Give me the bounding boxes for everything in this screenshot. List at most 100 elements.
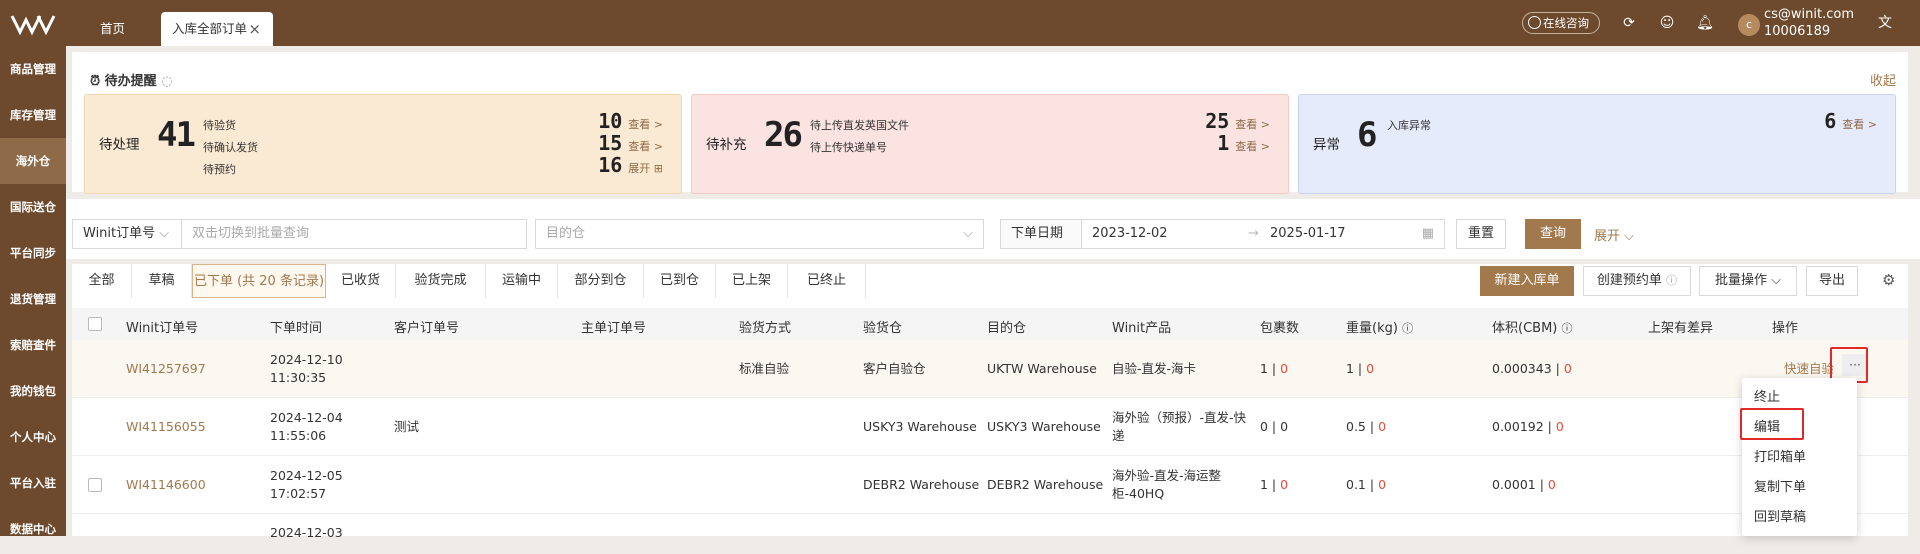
col-header: 上架有差异 [1648, 321, 1714, 336]
dest-warehouse-select[interactable]: 目的仓 ⌵ [535, 219, 984, 249]
menu-item-terminate[interactable]: 终止 [1754, 386, 1780, 405]
sidebar-item-intl-delivery[interactable]: 国际送仓 [0, 184, 66, 230]
winit-product: 海外验（预报）-直发-快递 [1112, 410, 1247, 443]
tab-partial-arrived[interactable]: 部分到仓 [558, 264, 644, 298]
sidebar-item-returns[interactable]: 退货管理 [0, 276, 66, 322]
expand-link[interactable]: 展开 ⊞ [628, 162, 663, 175]
view-link[interactable]: 查看 > [1235, 140, 1270, 153]
inspect-warehouse: DEBR2 Warehouse [863, 477, 980, 492]
sidebar-item-products[interactable]: 商品管理 [0, 46, 66, 92]
date: 2024-12-04 [270, 410, 343, 425]
bell-icon[interactable]: 🔔︎ [1696, 14, 1714, 32]
batch-operation-button[interactable]: 批量操作 ⌵ [1699, 266, 1797, 296]
menu-item-copy-order[interactable]: 复制下单 [1754, 476, 1806, 495]
card-item: 入库异常 [1387, 119, 1431, 132]
user-info[interactable]: cs@winit.com 10006189 [1764, 6, 1854, 40]
card-num: 10 [598, 109, 623, 133]
search-input[interactable]: 双击切换到批量查询 [181, 219, 527, 249]
reset-button[interactable]: 重置 [1456, 219, 1506, 249]
card-num: 1 [1217, 131, 1230, 155]
tab-in-transit[interactable]: 运输中 [486, 264, 558, 298]
view-link[interactable]: 查看 > [1235, 118, 1270, 131]
tab-terminated[interactable]: 已终止 [788, 264, 866, 298]
sidebar-item-platform-sync[interactable]: 平台同步 [0, 230, 66, 276]
row-checkbox[interactable] [88, 478, 102, 492]
col-header-text: 体积(CBM) [1492, 321, 1558, 336]
order-date: 2024-12-03 [270, 525, 343, 540]
tab-draft[interactable]: 草稿 [132, 264, 192, 298]
tab-label: 入库全部订单 [172, 21, 248, 36]
collapse-link[interactable]: 收起 [1870, 70, 1896, 89]
pkg-value: 0 [1260, 419, 1268, 434]
card-nums: 6 查看 > [1824, 110, 1877, 132]
order-number-link[interactable]: WI41156055 [126, 418, 206, 436]
wt-diff: 0 [1378, 477, 1387, 492]
date-label: 下单日期 [1000, 219, 1082, 249]
order-type-select[interactable]: Winit订单号 ⌵ [72, 219, 182, 249]
sidebar-item-inventory[interactable]: 库存管理 [0, 92, 66, 138]
card-nums: 25 查看 > 1 查看 > [1205, 110, 1270, 154]
order-number-link[interactable]: WI41146600 [126, 476, 206, 494]
wt-value: 0.5 [1346, 419, 1366, 434]
expand-filter-link[interactable]: 展开 ⌵ [1594, 225, 1634, 244]
translate-icon[interactable]: 文 [1876, 14, 1894, 32]
sidebar-item-platform-join[interactable]: 平台入驻 [0, 460, 66, 506]
refresh-icon[interactable]: ⟳ [1620, 14, 1638, 32]
view-link[interactable]: 查看 > [628, 140, 663, 153]
todo-panel: ⏰︎ 待办提醒 ◌ 收起 待处理 41 待验货 待确认发货 待预约 10 查看 >… [72, 52, 1908, 194]
create-booking-button[interactable]: 创建预约单 ⓘ [1583, 266, 1691, 296]
customer-order-no: 测试 [394, 419, 420, 434]
close-icon[interactable]: × [248, 12, 261, 46]
weight: 0.1 | 0 [1346, 477, 1387, 492]
quick-inspect-link[interactable]: 快速自验 [1784, 360, 1834, 378]
query-button[interactable]: 查询 [1525, 219, 1581, 249]
new-inbound-order-button[interactable]: 新建入库单 [1480, 266, 1574, 296]
info-icon: ⓘ [1666, 274, 1678, 287]
col-header: 验货方式 [739, 321, 792, 336]
pkg-diff: 0 [1280, 477, 1289, 492]
select-all-checkbox[interactable] [88, 317, 102, 331]
card-label: 待处理 [99, 137, 140, 153]
card-item: 待验货 [203, 119, 236, 132]
tab-inbound-all-orders[interactable]: 入库全部订单 × [161, 12, 273, 46]
avatar[interactable]: c [1738, 14, 1760, 36]
order-number-link[interactable]: WI41257697 [126, 360, 206, 378]
card-label: 待补充 [706, 137, 747, 153]
refresh-icon[interactable]: ◌ [161, 74, 172, 89]
col-header: 下单时间 [270, 321, 323, 336]
gear-icon[interactable]: ⚙ [1882, 271, 1895, 289]
more-actions-menu: 终止 编辑 打印箱单 复制下单 回到草稿 [1742, 378, 1857, 536]
smile-icon[interactable]: ☺ [1658, 14, 1676, 32]
wt-value: 1 [1346, 361, 1354, 376]
tab-received[interactable]: 已收货 [326, 264, 396, 298]
sidebar-item-data-center[interactable]: 数据中心 [0, 506, 66, 552]
col-header: 重量(kg) ⓘ [1346, 317, 1413, 336]
view-link[interactable]: 查看 > [628, 118, 663, 131]
tab-home[interactable]: 首页 [100, 12, 125, 46]
sidebar-item-wallet[interactable]: 我的钱包 [0, 368, 66, 414]
winit-logo-icon[interactable] [8, 12, 56, 36]
date-range-picker[interactable]: 2023-12-02 → 2025-01-17 ▦ [1081, 219, 1445, 249]
tab-ordered[interactable]: 已下单 (共 20 条记录) [192, 264, 326, 298]
date: 2024-12-05 [270, 468, 343, 483]
tab-shelved[interactable]: 已上架 [716, 264, 788, 298]
tab-all[interactable]: 全部 [72, 264, 132, 298]
card-count: 26 [764, 115, 803, 155]
export-button[interactable]: 导出 [1806, 266, 1858, 296]
sidebar-item-claims[interactable]: 索赔查件 [0, 322, 66, 368]
sidebar-item-profile[interactable]: 个人中心 [0, 414, 66, 460]
vol-diff: 0 [1547, 477, 1556, 492]
col-header: 主单订单号 [581, 321, 647, 336]
winit-product: 自验-直发-海卡 [1112, 361, 1197, 376]
tab-inspected[interactable]: 验货完成 [396, 264, 486, 298]
online-consult-button[interactable]: 在线咨询 [1522, 12, 1600, 34]
vol-value: 0.0001 [1492, 477, 1536, 492]
card-num: 6 [1824, 109, 1837, 133]
sidebar-item-overseas-warehouse[interactable]: 海外仓 [0, 138, 66, 184]
dest-warehouse: USKY3 Warehouse [987, 419, 1101, 434]
tab-arrived[interactable]: 已到仓 [644, 264, 716, 298]
menu-item-back-to-draft[interactable]: 回到草稿 [1754, 506, 1806, 525]
order-type-value: Winit订单号 [83, 226, 156, 241]
menu-item-print-packing-list[interactable]: 打印箱单 [1754, 446, 1806, 465]
view-link[interactable]: 查看 > [1842, 118, 1877, 131]
